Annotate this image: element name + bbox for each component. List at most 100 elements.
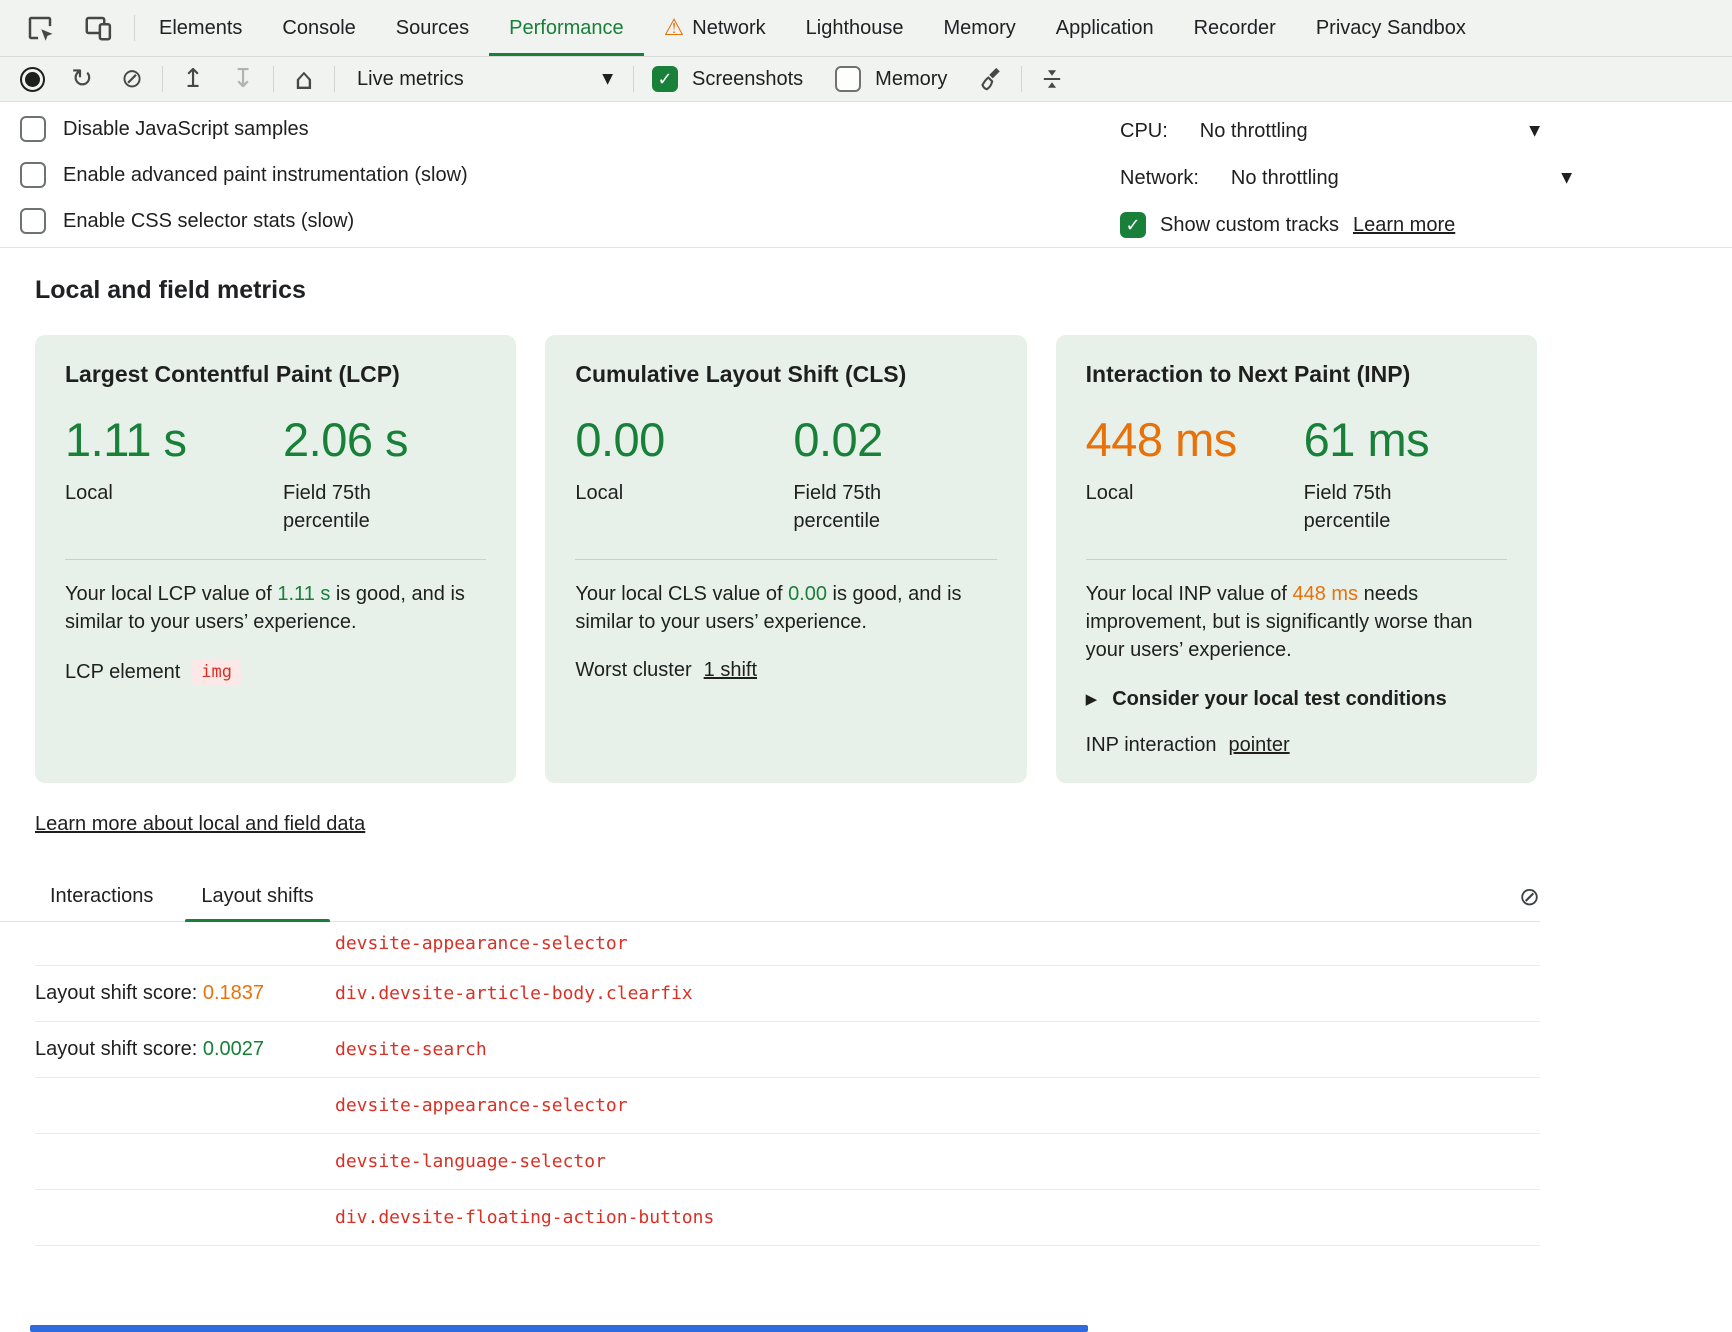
cls-field-value: 0.02 [793, 414, 928, 466]
metric-values: 448 ms Local 61 ms Field 75th percentile [1086, 414, 1507, 535]
tab-layout-shifts[interactable]: Layout shifts [201, 885, 313, 921]
history-dropdown[interactable]: Live metrics ▼ [345, 61, 623, 97]
tab-label: Elements [159, 17, 242, 40]
custom-tracks-label: Show custom tracks [1160, 214, 1339, 237]
upload-icon: ↥ [182, 66, 204, 92]
block-icon: ⊘ [1519, 882, 1540, 911]
option-label: Disable JavaScript samples [63, 118, 309, 141]
card-title: Cumulative Layout Shift (CLS) [575, 361, 996, 388]
score-cell: Layout shift score: 0.1837 [35, 982, 335, 1005]
field-value-group: 0.02 Field 75th percentile [793, 414, 928, 535]
record-and-reload-button[interactable]: ↻ [62, 61, 102, 97]
cpu-throttling-select[interactable]: No throttling [1200, 120, 1308, 143]
inp-interaction-link[interactable]: pointer [1228, 734, 1289, 757]
table-row: Layout shift score: 0.0027 devsite-searc… [35, 1022, 1540, 1078]
expander-triangle-icon: ▶ [1086, 690, 1098, 708]
element-link[interactable]: devsite-search [335, 1039, 487, 1060]
bottom-selection-bar [30, 1325, 1088, 1332]
tab-recorder[interactable]: Recorder [1174, 0, 1296, 56]
device-toolbar-icon[interactable] [78, 8, 118, 48]
field-data-learn-more-link[interactable]: Learn more about local and field data [35, 813, 365, 836]
tab-privacy-sandbox[interactable]: Privacy Sandbox [1296, 0, 1486, 56]
disable-js-samples-checkbox[interactable] [20, 116, 46, 142]
css-selector-stats-checkbox[interactable] [20, 208, 46, 234]
live-metrics-home-button[interactable]: ⌂ [284, 61, 324, 97]
tab-interactions[interactable]: Interactions [50, 885, 153, 921]
lcp-element-label: LCP element [65, 661, 180, 684]
cls-description: Your local CLS value of 0.00 is good, an… [575, 580, 996, 637]
desc-value: 0.00 [788, 583, 827, 605]
tab-label: Console [282, 17, 355, 40]
element-link[interactable]: devsite-appearance-selector [335, 1095, 628, 1116]
performance-toolbar: ↻ ⊘ ↥ ↧ ⌂ Live metrics ▼ ✓ Screenshots M… [0, 57, 1732, 102]
memory-checkbox[interactable] [835, 66, 861, 92]
shifts-log: Interactions Layout shifts ⊘ devsite-app… [0, 876, 1732, 1246]
clear-log-button[interactable]: ⊘ [1519, 882, 1540, 911]
field-label: Field 75th percentile [1304, 479, 1439, 535]
expander-label: Consider your local test conditions [1112, 688, 1447, 711]
element-link[interactable]: devsite-appearance-selector [335, 933, 628, 954]
separator [334, 66, 335, 92]
custom-tracks-learn-more-link[interactable]: Learn more [1353, 214, 1455, 237]
field-label: Field 75th percentile [283, 479, 418, 535]
collapse-icon [1038, 65, 1066, 93]
capture-settings: Disable JavaScript samples Enable advanc… [0, 102, 1732, 248]
tab-label: Recorder [1194, 17, 1276, 40]
clear-button[interactable]: ⊘ [112, 61, 152, 97]
element-link[interactable]: div.devsite-article-body.clearfix [335, 983, 693, 1004]
desc-value: 448 ms [1292, 583, 1358, 605]
tab-elements[interactable]: Elements [139, 0, 262, 56]
screenshots-checkbox[interactable]: ✓ [652, 66, 678, 92]
table-row: div.devsite-floating-action-buttons [35, 1190, 1540, 1246]
inp-description: Your local INP value of 448 ms needs imp… [1086, 580, 1507, 665]
inp-card: Interaction to Next Paint (INP) 448 ms L… [1056, 335, 1537, 783]
record-icon [20, 67, 45, 92]
inspect-element-icon[interactable] [20, 8, 60, 48]
tab-label: Performance [509, 17, 624, 40]
score-label: Layout shift score: [35, 982, 203, 1004]
element-link[interactable]: devsite-language-selector [335, 1151, 606, 1172]
collect-garbage-button[interactable] [971, 61, 1011, 97]
screenshots-toggle: ✓ Screenshots [652, 66, 803, 92]
local-test-conditions-expander[interactable]: ▶ Consider your local test conditions [1086, 688, 1507, 711]
tab-console[interactable]: Console [262, 0, 375, 56]
device-toolbar-glyph [83, 13, 113, 43]
worst-cluster-link[interactable]: 1 shift [704, 659, 757, 682]
record-button[interactable] [12, 61, 52, 97]
tab-label: Lighthouse [806, 17, 904, 40]
tab-label: Memory [944, 17, 1016, 40]
save-profile-button[interactable]: ↧ [223, 61, 263, 97]
tab-performance[interactable]: Performance [489, 0, 644, 56]
screenshots-label: Screenshots [692, 68, 803, 91]
tab-application[interactable]: Application [1036, 0, 1174, 56]
advanced-paint-checkbox[interactable] [20, 162, 46, 188]
table-row: Layout shift score: 0.1837 div.devsite-a… [35, 966, 1540, 1022]
tab-lighthouse[interactable]: Lighthouse [786, 0, 924, 56]
chevron-down-icon[interactable]: ▼ [1561, 170, 1572, 186]
network-throttling-select[interactable]: No throttling [1231, 167, 1339, 190]
tab-network[interactable]: ⚠ Network [644, 0, 786, 56]
custom-tracks-checkbox[interactable]: ✓ [1120, 212, 1146, 238]
separator [134, 15, 135, 41]
load-profile-button[interactable]: ↥ [173, 61, 213, 97]
lcp-element-node-chip[interactable]: img [192, 659, 241, 685]
tab-memory[interactable]: Memory [924, 0, 1036, 56]
desc-text: Your local LCP value of [65, 583, 277, 605]
worst-cluster-label: Worst cluster [575, 659, 691, 682]
css-selector-stats-option: Enable CSS selector stats (slow) [20, 198, 1732, 244]
metric-values: 1.11 s Local 2.06 s Field 75th percentil… [65, 414, 486, 535]
option-label: Enable CSS selector stats (slow) [63, 210, 354, 233]
tab-sources[interactable]: Sources [376, 0, 489, 56]
collapse-view-button[interactable] [1032, 61, 1072, 97]
inp-local-value: 448 ms [1086, 414, 1304, 466]
card-divider [65, 559, 486, 560]
chevron-down-icon[interactable]: ▼ [1529, 123, 1540, 139]
history-dropdown-value: Live metrics [357, 68, 464, 91]
field-value-group: 2.06 s Field 75th percentile [283, 414, 418, 535]
page-title: Local and field metrics [35, 276, 1732, 305]
desc-text: Your local INP value of [1086, 583, 1293, 605]
element-link[interactable]: div.devsite-floating-action-buttons [335, 1207, 714, 1228]
custom-tracks-row: ✓ Show custom tracks Learn more [1120, 204, 1455, 246]
score-cell: Layout shift score: 0.0027 [35, 1038, 335, 1061]
lcp-field-value: 2.06 s [283, 414, 418, 466]
